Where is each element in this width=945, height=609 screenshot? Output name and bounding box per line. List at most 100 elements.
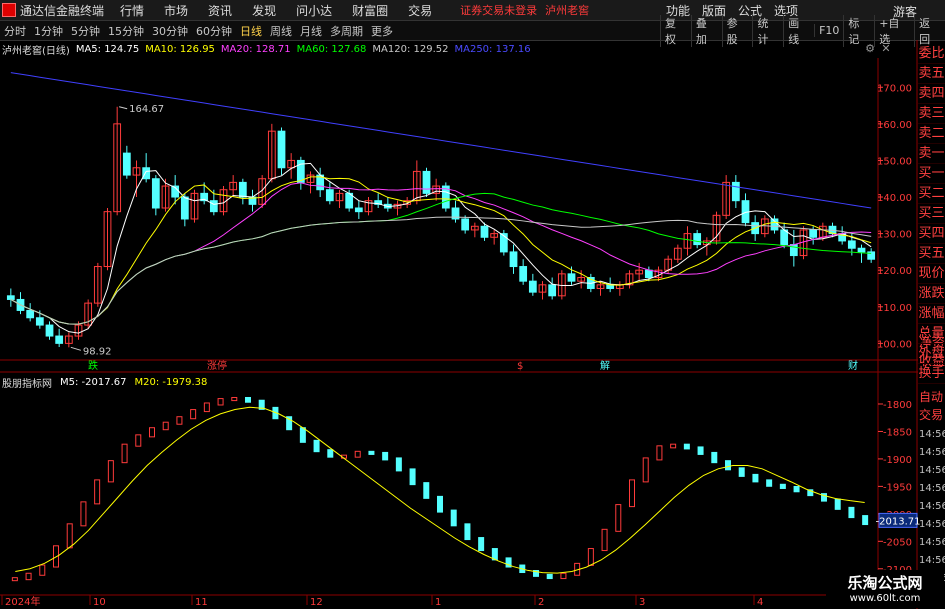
candle-body	[838, 233, 847, 242]
close-icon[interactable]: ✕	[880, 43, 892, 55]
period-tab[interactable]: 15分钟	[104, 23, 148, 39]
period-tab-active[interactable]: 日线	[236, 23, 266, 39]
menu-item-quotes[interactable]: 行情	[110, 2, 154, 19]
ma10-line	[10, 176, 872, 325]
osc-bar	[354, 450, 361, 458]
candle-body	[760, 218, 769, 235]
price-axis-label: 100.00	[877, 339, 912, 350]
ma60-line	[10, 192, 872, 325]
price-axis-label: 110.00	[877, 303, 912, 314]
osc-bar	[11, 577, 18, 582]
side-tab[interactable]: 卖三	[918, 104, 945, 124]
candle-body	[548, 284, 557, 297]
side-tab[interactable]: 涨跌	[918, 284, 945, 304]
period-tab[interactable]: 60分钟	[192, 23, 236, 39]
osc-bar	[478, 537, 485, 552]
price-axis-label: 170.00	[877, 83, 912, 94]
side-tab[interactable]: 买一	[918, 164, 945, 184]
ma120-label: MA120: 129.52	[372, 43, 449, 55]
osc-bar	[135, 434, 142, 447]
kline-chart[interactable]: 170.00 160.00 150.00 140.00 130.00 120.00 110.…	[0, 0, 945, 609]
ma250-label: MA250: 137.16	[454, 43, 531, 55]
price-axis-label: 160.00	[877, 120, 912, 131]
period-toolbar: 分时 1分钟 5分钟 15分钟 30分钟 60分钟 日线 周线 月线 多周期 更…	[0, 14, 945, 47]
candle-body	[499, 233, 508, 253]
osc-bar	[327, 449, 334, 458]
btn-adjust[interactable]: 复权	[660, 14, 691, 47]
btn-draw[interactable]: 画线	[783, 14, 814, 47]
side-tab[interactable]: 现价	[918, 264, 945, 284]
side-tab[interactable]: 外盘	[918, 344, 945, 364]
menu-item-trade[interactable]: 交易	[398, 2, 442, 19]
period-tab[interactable]: 分时	[0, 23, 30, 39]
btn-holdings[interactable]: 参股	[721, 14, 753, 47]
side-tab[interactable]: 总量	[918, 324, 945, 344]
side-tab[interactable]: 换手	[918, 364, 945, 384]
period-tab[interactable]: 周线	[266, 23, 296, 39]
candle-body	[557, 273, 566, 297]
side-tabs: 委比 卖五 卖四 卖三 卖二 卖一 买一 买二 买三 买四 买五 现价 涨跌 涨…	[918, 44, 945, 384]
candle-body	[316, 174, 325, 191]
side-tab[interactable]: 卖一	[918, 144, 945, 164]
menu-item-market[interactable]: 市场	[154, 2, 198, 19]
price-axis-label: 120.00	[877, 266, 912, 277]
ma-info-line: 泸州老窖(日线) MA5: 124.75 MA10: 126.95 MA20: …	[2, 42, 537, 57]
current-stock: 泸州老窖	[545, 4, 590, 17]
side-tab[interactable]: 卖二	[918, 124, 945, 144]
side-tab-lower: 14:56	[919, 537, 945, 548]
osc-bar	[121, 443, 128, 464]
osc-bar	[491, 548, 498, 561]
side-tab[interactable]: 卖五	[918, 64, 945, 84]
period-tab[interactable]: 5分钟	[67, 23, 104, 39]
settings-icon[interactable]: ⚙	[864, 43, 876, 55]
low-price-label: 98.92	[83, 346, 112, 357]
side-tab-lower: 14:56	[919, 447, 945, 458]
period-tab-more[interactable]: 更多	[367, 23, 397, 39]
osc-bar	[409, 468, 416, 486]
candle-body	[683, 233, 692, 249]
menu-item-discover[interactable]: 发现	[242, 2, 286, 19]
btn-f10[interactable]: F10	[814, 24, 843, 37]
candle-body	[345, 192, 354, 209]
period-tab[interactable]: 1分钟	[30, 23, 67, 39]
candle-body	[93, 266, 102, 304]
side-tab[interactable]: 买二	[918, 184, 945, 204]
chart-buttons: 复权 叠加 参股 统计 画线 F10 标记 +自选 返回	[660, 14, 945, 47]
btn-overlay[interactable]: 叠加	[690, 14, 722, 47]
side-tab-lower: 14:56	[919, 465, 945, 476]
candle-body	[751, 222, 760, 235]
candle-body	[422, 170, 431, 194]
candle-body	[383, 203, 392, 209]
side-tab[interactable]: 买四	[918, 224, 945, 244]
candle-body	[625, 273, 634, 286]
side-tab[interactable]: 卖四	[918, 84, 945, 104]
menu-item-ask[interactable]: 问小达	[286, 2, 342, 19]
side-tab[interactable]: 买五	[918, 244, 945, 264]
side-tab-lower: 14:56	[919, 555, 945, 566]
osc-bar	[601, 528, 608, 552]
side-tab[interactable]: 委比	[918, 44, 945, 64]
candle-body	[84, 302, 93, 326]
side-tab[interactable]: 涨幅	[918, 304, 945, 324]
candle-body	[374, 200, 383, 205]
login-status[interactable]: 证券交易未登录	[460, 2, 537, 18]
app-logo-icon	[2, 3, 16, 17]
period-tab[interactable]: 30分钟	[148, 23, 192, 39]
side-tab[interactable]: 买三	[918, 204, 945, 224]
candle-body	[722, 181, 731, 216]
ma20-line	[10, 182, 872, 325]
btn-stats[interactable]: 统计	[752, 14, 783, 47]
indicator-name: 股朋指标网	[2, 378, 52, 390]
candle-body	[248, 196, 257, 205]
osc-bar	[766, 479, 773, 487]
btn-back[interactable]: 返回	[914, 14, 945, 47]
high-pointer	[119, 106, 128, 110]
period-tab[interactable]: 月线	[296, 23, 326, 39]
period-tab[interactable]: 多周期	[326, 23, 367, 39]
osc-bar	[258, 399, 265, 410]
btn-add-watch[interactable]: +自选	[874, 14, 914, 47]
menu-item-news[interactable]: 资讯	[198, 2, 242, 19]
osc-bar	[231, 396, 238, 402]
osc-bar	[286, 416, 293, 431]
menu-item-wealth[interactable]: 财富圈	[342, 2, 398, 19]
